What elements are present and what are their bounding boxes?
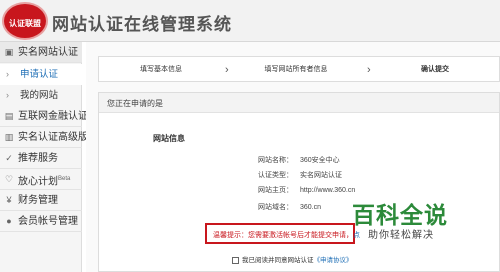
agreement-row: 我已阅读并同意网站认证《申请协议》 xyxy=(232,254,353,264)
watermark-subtitle: 助你轻松解决 xyxy=(368,230,434,241)
field-value: 360安全中心 xyxy=(300,157,340,164)
shield-icon: ▣ xyxy=(4,47,14,57)
field-key: 网站域名： xyxy=(258,204,293,211)
field-key: 网站名称： xyxy=(258,157,293,164)
sidebar-subitem-apply[interactable]: › 申请认证 xyxy=(0,64,82,85)
sidebar-item-label: 互联网金融认证 xyxy=(18,111,88,122)
field-key: 网站主页： xyxy=(258,187,293,194)
thumbs-up-icon: ✓ xyxy=(5,153,13,163)
notice-link[interactable]: 点 xyxy=(353,232,360,239)
application-panel: 您正在申请的是 xyxy=(98,92,500,272)
heart-shield-icon: ♡ xyxy=(4,174,14,184)
field-value: 360.cn xyxy=(300,204,322,211)
brand-logo[interactable]: 认证联盟 xyxy=(2,2,48,40)
step-progress: 填写基本信息 › 填写网站所有者信息 › 确认提交 xyxy=(98,56,500,82)
sidebar-item-label: 推荐服务 xyxy=(18,153,58,164)
panel-header: 您正在申请的是 xyxy=(99,93,499,113)
chevron-right-icon: › xyxy=(6,69,9,79)
sidebar-subitem-label: 申请认证 xyxy=(20,69,59,80)
panel-title: 您正在申请的是 xyxy=(107,99,163,108)
beta-badge: Beta xyxy=(58,176,71,182)
sidebar-subitem-label: 我的网站 xyxy=(20,90,59,101)
notice-text: 温馨提示：您需要激活帐号后才能提交申请，点 xyxy=(213,230,360,240)
section-title: 网站信息 xyxy=(153,134,185,143)
sidebar-item-account[interactable]: ● 会员帐号管理 xyxy=(0,211,82,232)
sidebar-item-label-wrap: 放心计划Beta xyxy=(18,169,70,192)
notice-message: 您需要激活帐号后才能提交申请， xyxy=(248,232,353,239)
field-cert-type: 认证类型： 实名网站认证 xyxy=(258,170,342,180)
watermark-title: 百科全说 xyxy=(352,202,448,228)
field-value: 实名网站认证 xyxy=(300,172,342,179)
field-domain: 网站域名： 360.cn xyxy=(258,202,321,212)
sidebar-subitem-my-sites[interactable]: › 我的网站 xyxy=(0,85,82,106)
sidebar-item-advanced-cert[interactable]: ▥ 实名认证高级版 xyxy=(0,127,88,148)
agreement-text: 我已阅读并同意网站认证 xyxy=(242,257,314,264)
sidebar-item-trust-plan[interactable]: ♡ 放心计划Beta xyxy=(0,169,82,190)
notice-prefix: 温馨提示： xyxy=(213,232,248,239)
yen-icon: ¥ xyxy=(6,195,12,205)
step-arrow-icon: › xyxy=(367,64,371,76)
sidebar-item-label: 会员帐号管理 xyxy=(18,216,78,227)
app-header: 认证联盟 网站认证在线管理系统 xyxy=(0,0,500,42)
chevron-right-icon: › xyxy=(6,90,9,100)
step-arrow-icon: › xyxy=(225,64,229,76)
sidebar-item-recommend[interactable]: ✓ 推荐服务 xyxy=(0,148,82,169)
field-site-name: 网站名称： 360安全中心 xyxy=(258,155,340,165)
sidebar-item-finance[interactable]: ¥ 财务管理 xyxy=(0,190,82,211)
warning-notice: 温馨提示：您需要激活帐号后才能提交申请，点 xyxy=(205,223,360,244)
id-card-icon: ▥ xyxy=(4,132,14,142)
sidebar-item-label: 财务管理 xyxy=(18,195,58,206)
logo-text: 认证联盟 xyxy=(9,19,41,28)
user-icon: ● xyxy=(6,216,12,226)
step-owner-info: 填写网站所有者信息 xyxy=(264,66,328,73)
sidebar-item-real-name-site[interactable]: ▣ 实名网站认证 xyxy=(0,42,82,63)
field-value: http://www.360.cn xyxy=(300,187,356,194)
bank-icon: ▤ xyxy=(4,111,14,121)
field-key: 认证类型： xyxy=(258,172,293,179)
sidebar-item-label: 实名认证高级版 xyxy=(18,132,88,143)
page-title: 网站认证在线管理系统 xyxy=(52,15,232,34)
field-homepage: 网站主页： http://www.360.cn xyxy=(258,185,355,195)
sidebar: ▣ 实名网站认证 › 申请认证 › 我的网站 ▤ 互联网金融认证 ▥ 实名认证高… xyxy=(0,42,88,272)
agreement-checkbox[interactable] xyxy=(232,256,239,264)
sidebar-item-label: 放心计划 xyxy=(18,176,58,188)
sidebar-item-label: 实名网站认证 xyxy=(18,47,78,58)
step-confirm-submit: 确认提交 xyxy=(421,66,449,73)
sidebar-item-finance-cert[interactable]: ▤ 互联网金融认证 xyxy=(0,106,88,127)
agreement-link[interactable]: 《申请协议》 xyxy=(314,257,353,264)
step-basic-info: 填写基本信息 xyxy=(140,66,182,73)
